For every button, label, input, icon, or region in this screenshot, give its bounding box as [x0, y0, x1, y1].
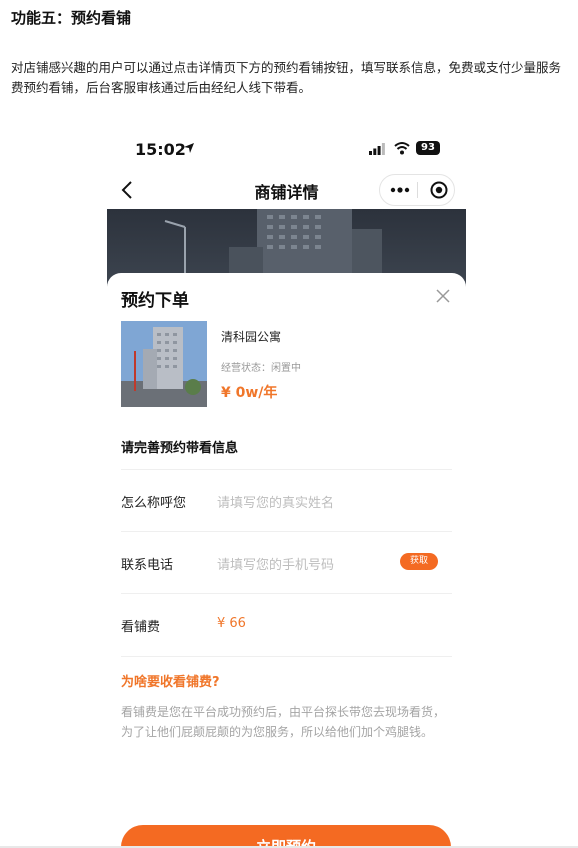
- property-status: 经营状态：闲置中: [221, 363, 301, 374]
- location-arrow-icon: [184, 143, 194, 153]
- fee-label: 看铺费: [121, 620, 161, 635]
- submit-booking-button[interactable]: 立即预约: [121, 825, 451, 848]
- capsule-divider: [417, 182, 418, 198]
- battery-indicator: 93: [416, 141, 440, 155]
- property-name: 清科园公寓: [221, 330, 282, 344]
- close-icon[interactable]: [436, 289, 450, 303]
- why-fee-text: 看铺费是您在平台成功预约后，由平台探长带您去现场看货， 为了让他们屁颠屁颠的为您…: [121, 705, 446, 739]
- phone-screenshot: 15:02 93 商铺详情 预约下单 清科园公寓 经营状态：闲置中 ¥ 0w/年…: [107, 128, 466, 848]
- description-paragraph: 对店铺感兴趣的用户可以通过点击详情页下方的预约看铺按钮，填写联系信息，免费或支付…: [11, 60, 562, 95]
- divider: [121, 469, 452, 470]
- divider: [121, 656, 452, 657]
- name-label: 怎么称呼您: [121, 496, 187, 511]
- phone-input[interactable]: 请填写您的手机号码: [217, 554, 334, 573]
- get-phone-button[interactable]: 获取: [400, 553, 438, 570]
- close-target-icon[interactable]: [430, 181, 448, 199]
- sheet-title: 预约下单: [121, 291, 189, 311]
- mini-program-capsule: [379, 174, 455, 206]
- fee-value: ¥ 66: [217, 616, 246, 631]
- property-price: ¥ 0w/年: [221, 385, 278, 401]
- why-fee-title: 为啥要收看铺费?: [121, 675, 220, 690]
- phone-label: 联系电话: [121, 558, 174, 573]
- form-section-title: 请完善预约带看信息: [121, 441, 239, 456]
- signal-icon: [369, 143, 385, 155]
- booking-sheet: 预约下单 清科园公寓 经营状态：闲置中 ¥ 0w/年 请完善预约带看信息 怎么称…: [107, 273, 466, 848]
- section-heading: 功能五：预约看铺: [11, 9, 132, 27]
- property-photo: [121, 321, 207, 407]
- divider: [121, 531, 452, 532]
- name-input[interactable]: 请填写您的真实姓名: [217, 492, 334, 511]
- divider: [121, 593, 452, 594]
- wifi-icon: [394, 142, 410, 155]
- status-bar: 15:02 93: [107, 128, 466, 168]
- property-thumbnail: [121, 321, 207, 407]
- more-dots-icon[interactable]: [390, 184, 410, 196]
- status-time: 15:02: [135, 140, 186, 159]
- nav-bar: 商铺详情: [107, 172, 466, 208]
